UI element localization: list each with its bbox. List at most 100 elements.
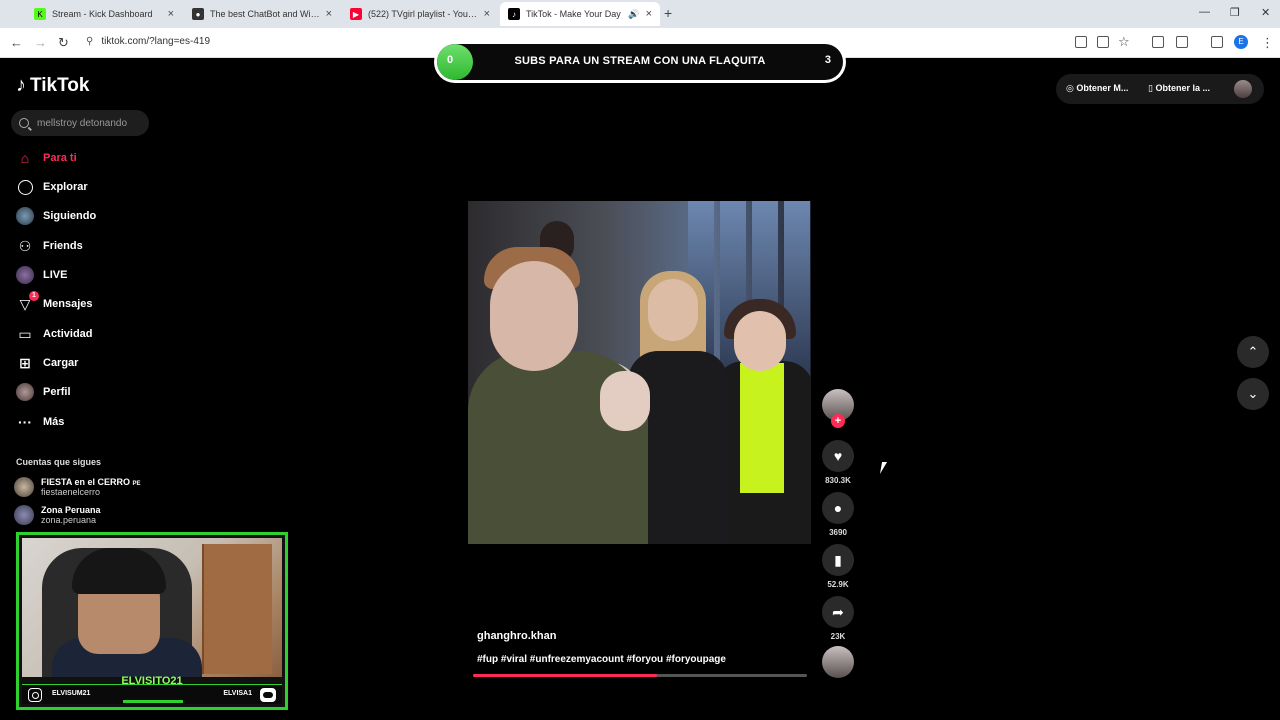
- new-tab-button[interactable]: +: [664, 5, 672, 21]
- video-hashtags[interactable]: #fup #viral #unfreezemyacount #foryou #f…: [477, 654, 726, 665]
- heart-icon: ♥: [833, 448, 843, 464]
- restore-icon[interactable]: ❐: [1230, 6, 1240, 19]
- tiktok-icon: ♪: [508, 8, 520, 20]
- tiktok-note-icon: ♪: [16, 74, 26, 96]
- following-account[interactable]: Zona Peruana zona.peruana: [14, 505, 101, 525]
- following-avatar-icon: [16, 207, 34, 225]
- github-icon: ●: [192, 8, 204, 20]
- comment-icon: ●: [833, 500, 843, 516]
- messages-icon: ▽ 1: [16, 291, 39, 313]
- instagram-icon: [28, 688, 42, 702]
- chevron-up-icon: ⌃: [1247, 344, 1259, 359]
- tiktok-logo[interactable]: ♪ TikTok: [16, 74, 89, 97]
- site-info-icon[interactable]: ⚲: [86, 36, 93, 47]
- nav-mas[interactable]: ··· Más: [16, 412, 64, 432]
- discord-icon: [260, 688, 276, 702]
- goal-end-value: 3: [824, 54, 831, 66]
- top-right-actions: ◎ Obtener M... ▯ Obtener la ...: [1056, 74, 1264, 104]
- tab-youtube[interactable]: ▶ (522) TVgirl playlist - YouTube ×: [342, 2, 498, 26]
- back-icon[interactable]: ←: [10, 35, 23, 50]
- discord-handle: ELVISA1: [223, 690, 252, 697]
- translate-icon[interactable]: [1097, 36, 1109, 48]
- video-progress-bar[interactable]: [473, 674, 807, 677]
- activity-icon: ▭: [18, 325, 32, 342]
- phone-icon: ▯: [1148, 83, 1153, 93]
- nav-cargar[interactable]: ⊞ Cargar: [16, 353, 78, 373]
- like-button[interactable]: ♥: [822, 440, 854, 472]
- media-control-icon[interactable]: [1211, 36, 1223, 48]
- nav-siguiendo[interactable]: Siguiendo: [16, 206, 96, 226]
- previous-video-button[interactable]: ⌃: [1237, 336, 1269, 368]
- home-icon: ⌂: [20, 150, 30, 166]
- kick-icon: K: [34, 8, 46, 20]
- share-button[interactable]: ➦: [822, 596, 854, 628]
- forward-icon[interactable]: →: [34, 35, 47, 50]
- browser-tab-bar: K Stream - Kick Dashboard × ● The best C…: [0, 0, 1280, 28]
- upload-icon: ⊞: [19, 354, 31, 371]
- webcam-overlay: ELVISITO21 ELVISUM21 ELVISA1: [16, 532, 288, 710]
- compass-icon: [16, 178, 34, 196]
- nav-perfil[interactable]: Perfil: [16, 382, 71, 402]
- share-count: 23K: [830, 632, 846, 641]
- close-icon[interactable]: ×: [168, 8, 174, 20]
- search-box[interactable]: [11, 110, 149, 136]
- search-input[interactable]: [37, 117, 137, 129]
- close-icon[interactable]: ×: [484, 8, 490, 20]
- video-player[interactable]: [468, 201, 811, 544]
- window-close-icon[interactable]: ✕: [1261, 6, 1270, 19]
- puzzle-icon[interactable]: [1176, 36, 1188, 48]
- comment-count: 3690: [829, 528, 847, 537]
- minimize-icon[interactable]: —: [1199, 6, 1210, 18]
- video-progress-fill: [473, 674, 657, 677]
- save-button[interactable]: ▮: [822, 544, 854, 576]
- close-icon[interactable]: ×: [326, 8, 332, 20]
- save-count: 52.9K: [827, 580, 849, 589]
- reload-icon[interactable]: ↻: [58, 35, 69, 51]
- messages-badge: 1: [29, 291, 39, 301]
- extension-icon[interactable]: [1152, 36, 1164, 48]
- nav-mensajes[interactable]: ▽ 1 Mensajes: [16, 291, 93, 314]
- speaker-icon[interactable]: 🔊: [628, 9, 639, 20]
- nav-live[interactable]: LIVE: [16, 265, 67, 285]
- youtube-icon: ▶: [350, 8, 362, 20]
- webcam-video: [22, 538, 282, 677]
- install-icon[interactable]: [1075, 36, 1087, 48]
- menu-dots-icon[interactable]: ⋮: [1261, 35, 1274, 51]
- avatar: [14, 477, 34, 497]
- coin-icon: ◎: [1066, 83, 1074, 93]
- tab-kick-dashboard[interactable]: K Stream - Kick Dashboard ×: [26, 2, 182, 26]
- get-coins-button[interactable]: ◎ Obtener M...: [1066, 83, 1128, 94]
- decor-stripe: [123, 700, 183, 703]
- friends-icon: ⚇: [18, 237, 32, 254]
- sub-goal-overlay: 0 SUBS PARA UN STREAM CON UNA FLAQUITA 3: [434, 41, 846, 83]
- search-icon[interactable]: [19, 118, 29, 128]
- nav-friends[interactable]: ⚇ Friends: [16, 236, 83, 256]
- close-icon[interactable]: ×: [646, 8, 652, 20]
- goal-text: SUBS PARA UN STREAM CON UNA FLAQUITA: [514, 55, 766, 67]
- more-icon: ···: [18, 414, 32, 430]
- follow-plus-icon[interactable]: +: [831, 414, 845, 428]
- tab-chatbot[interactable]: ● The best ChatBot and Widgets ×: [184, 2, 340, 26]
- get-app-button[interactable]: ▯ Obtener la ...: [1148, 83, 1210, 94]
- following-account[interactable]: FIESTA en el CERRO PE fiestaenelcerro: [14, 477, 141, 497]
- nav-para-ti[interactable]: ⌂ Para ti: [16, 148, 77, 168]
- url-field[interactable]: ⚲ tiktok.com/?lang=es-419: [86, 36, 210, 47]
- bookmark-star-icon[interactable]: ☆: [1118, 34, 1130, 50]
- nav-explorar[interactable]: Explorar: [16, 177, 88, 197]
- profile-avatar[interactable]: E: [1234, 35, 1248, 49]
- chevron-down-icon: ⌄: [1247, 386, 1259, 401]
- like-count: 830.3K: [825, 476, 851, 485]
- avatar: [14, 505, 34, 525]
- music-disc-avatar[interactable]: [822, 646, 854, 678]
- user-avatar[interactable]: [1234, 80, 1252, 98]
- following-section-title: Cuentas que sigues: [16, 457, 102, 467]
- share-arrow-icon: ➦: [832, 603, 844, 620]
- next-video-button[interactable]: ⌄: [1237, 378, 1269, 410]
- tab-tiktok[interactable]: ♪ TikTok - Make Your Day 🔊 ×: [500, 2, 660, 26]
- video-author[interactable]: ghanghro.khan: [477, 630, 556, 642]
- comment-button[interactable]: ●: [822, 492, 854, 524]
- nav-actividad[interactable]: ▭ Actividad: [16, 324, 92, 344]
- bookmark-icon: ▮: [834, 551, 842, 568]
- instagram-handle: ELVISUM21: [52, 690, 91, 697]
- live-avatar-icon: [16, 266, 34, 284]
